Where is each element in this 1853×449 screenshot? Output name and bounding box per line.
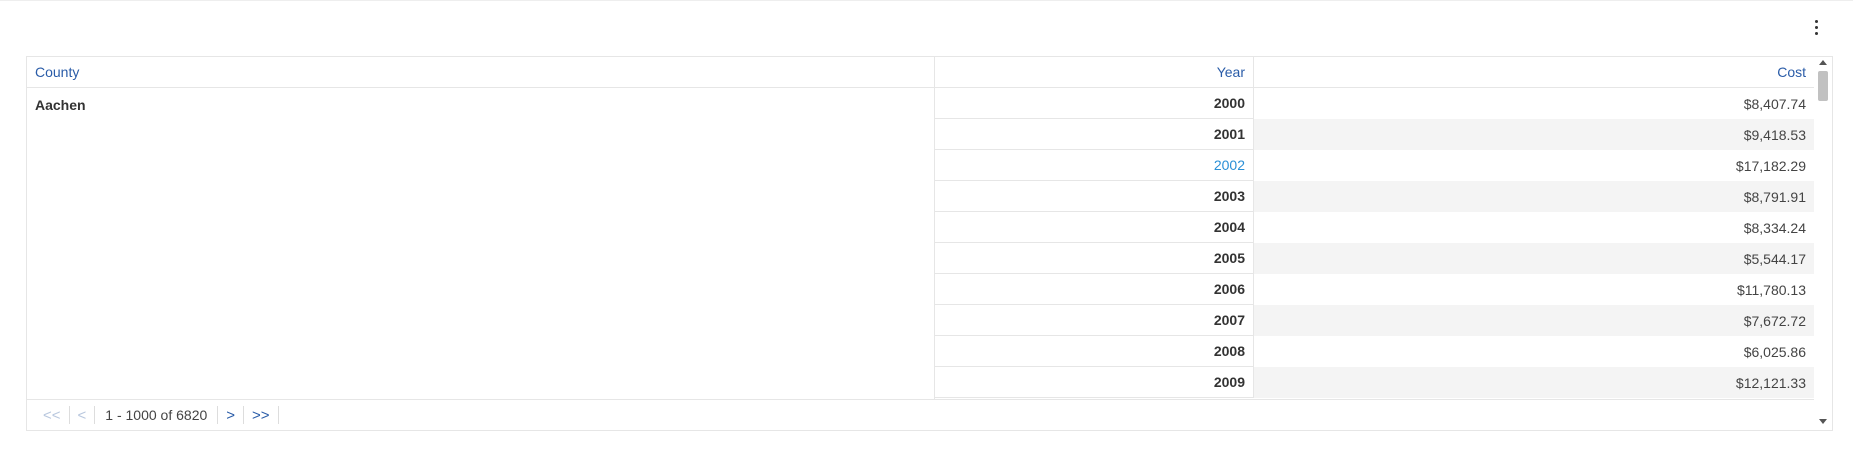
- more-vertical-icon: [1814, 19, 1818, 35]
- year-cell[interactable]: 2000: [935, 88, 1254, 119]
- cost-cell[interactable]: $17,182.29: [1254, 150, 1814, 181]
- cost-cell[interactable]: $8,407.74: [1254, 88, 1814, 119]
- table-row: 2004 $8,334.24: [935, 212, 1814, 243]
- year-cell[interactable]: 2002: [935, 150, 1254, 181]
- year-cell[interactable]: 2008: [935, 336, 1254, 367]
- more-options-button[interactable]: [1806, 14, 1826, 40]
- column-header-cost[interactable]: Cost: [1254, 57, 1814, 87]
- next-page-button[interactable]: >: [218, 406, 245, 424]
- top-divider: [0, 0, 1853, 1]
- year-cell[interactable]: 2009: [935, 367, 1254, 398]
- table-row: 2006 $11,780.13: [935, 274, 1814, 305]
- column-header-label: County: [35, 64, 80, 80]
- page-range-text: 1 - 1000 of 6820: [95, 406, 219, 424]
- cost-cell[interactable]: $6,025.86: [1254, 336, 1814, 367]
- cost-cell[interactable]: $11,780.13: [1254, 274, 1814, 305]
- previous-page-button[interactable]: <: [70, 406, 96, 424]
- column-header-year[interactable]: Year: [935, 57, 1254, 87]
- column-header-label: Year: [1216, 64, 1245, 80]
- table-row: 2003 $8,791.91: [935, 181, 1814, 212]
- year-cell[interactable]: 2003: [935, 181, 1254, 212]
- table-row: 2008 $6,025.86: [935, 336, 1814, 367]
- scroll-down-icon[interactable]: [1819, 419, 1827, 424]
- table-row: 2005 $5,544.17: [935, 243, 1814, 274]
- year-cell[interactable]: 2007: [935, 305, 1254, 336]
- column-header-county[interactable]: County: [27, 57, 935, 87]
- pagination-bar: << < 1 - 1000 of 6820 > >>: [27, 399, 1814, 430]
- year-cell[interactable]: 2004: [935, 212, 1254, 243]
- year-cell[interactable]: 2005: [935, 243, 1254, 274]
- data-table: County Year Cost Aachen 2000 $8,407.74 200…: [26, 56, 1833, 431]
- cost-cell[interactable]: $8,791.91: [1254, 181, 1814, 212]
- table-body: Aachen 2000 $8,407.74 2001 $9,418.53 2002 $17…: [27, 88, 1814, 399]
- scroll-thumb[interactable]: [1818, 71, 1828, 101]
- first-page-button[interactable]: <<: [27, 406, 70, 424]
- table-row: 2009 $12,121.33: [935, 367, 1814, 398]
- vertical-scrollbar[interactable]: [1814, 57, 1832, 430]
- cost-cell[interactable]: $9,418.53: [1254, 119, 1814, 150]
- year-cell[interactable]: 2006: [935, 274, 1254, 305]
- year-cell[interactable]: 2001: [935, 119, 1254, 150]
- table-row: 2001 $9,418.53: [935, 119, 1814, 150]
- cost-cell[interactable]: $8,334.24: [1254, 212, 1814, 243]
- pivot-table-widget: County Year Cost Aachen 2000 $8,407.74 200…: [0, 0, 1853, 449]
- column-header-label: Cost: [1777, 64, 1806, 80]
- cost-cell[interactable]: $7,672.72: [1254, 305, 1814, 336]
- table-rows: 2000 $8,407.74 2001 $9,418.53 2002 $17,182.29…: [935, 88, 1814, 398]
- table-header: County Year Cost: [27, 57, 1814, 88]
- cost-cell[interactable]: $5,544.17: [1254, 243, 1814, 274]
- county-cell[interactable]: Aachen: [27, 88, 935, 399]
- scroll-up-icon[interactable]: [1819, 60, 1827, 65]
- last-page-button[interactable]: >>: [244, 406, 279, 424]
- table-row: 2000 $8,407.74: [935, 88, 1814, 119]
- table-row: 2007 $7,672.72: [935, 305, 1814, 336]
- cost-cell[interactable]: $12,121.33: [1254, 367, 1814, 398]
- table-row: 2002 $17,182.29: [935, 150, 1814, 181]
